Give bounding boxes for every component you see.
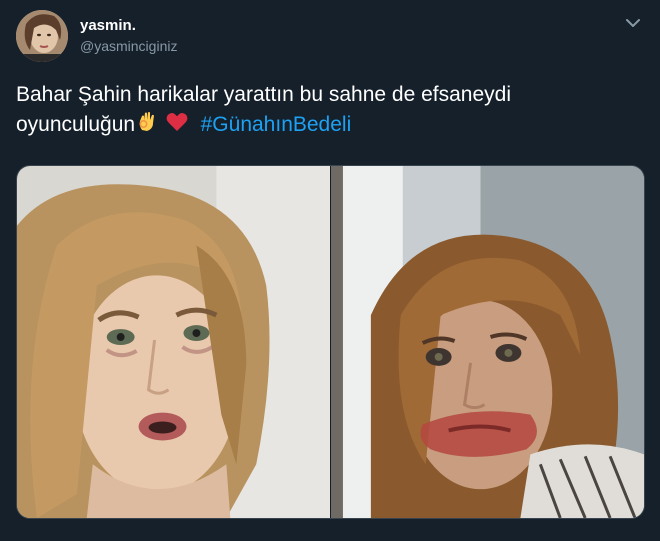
hashtag-link[interactable]: #GünahınBedeli	[201, 113, 352, 136]
media-photo-2[interactable]	[331, 166, 644, 518]
user-handle[interactable]: @yasminciginiz	[80, 36, 177, 56]
avatar[interactable]	[16, 10, 68, 62]
smeared-lipstick-woman-photo	[331, 166, 644, 518]
avatar-image	[16, 10, 68, 62]
tweet-text-line2: oyunculuğun	[16, 113, 136, 136]
author-names: yasmin. @yasminciginiz	[80, 16, 177, 56]
ok-hand-emoji	[135, 110, 159, 143]
media-photo-1[interactable]	[17, 166, 330, 518]
red-heart-emoji	[165, 110, 189, 143]
tweet-text-line1: Bahar Şahin harikalar yarattın bu sahne …	[16, 83, 511, 106]
tweet-header: yasmin. @yasminciginiz	[16, 8, 644, 64]
chevron-down-icon[interactable]	[624, 14, 642, 32]
tweet-text: Bahar Şahin harikalar yarattın bu sahne …	[16, 80, 636, 143]
tweet-card: yasmin. @yasminciginiz Bahar Şahin harik…	[0, 0, 660, 541]
crying-woman-photo	[17, 166, 330, 518]
media-grid	[16, 165, 645, 519]
display-name[interactable]: yasmin.	[80, 16, 177, 36]
